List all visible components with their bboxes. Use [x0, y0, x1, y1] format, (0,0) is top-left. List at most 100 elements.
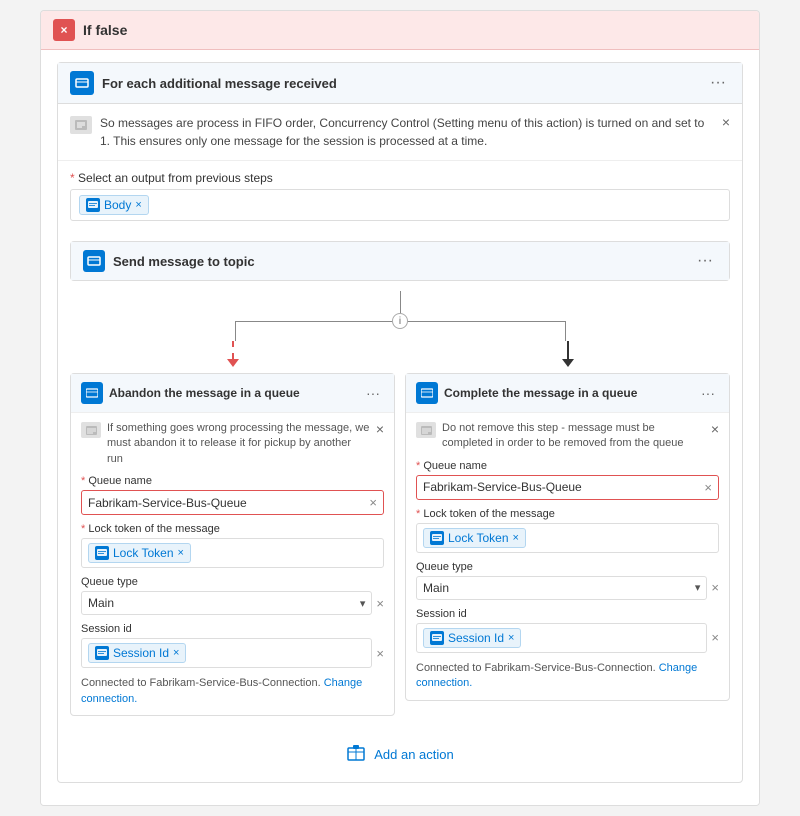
- abandon-session-clear[interactable]: ×: [376, 646, 384, 661]
- body-tag: Body ×: [79, 195, 149, 215]
- complete-queue-clear[interactable]: ×: [704, 480, 712, 495]
- complete-dots-button[interactable]: ···: [697, 385, 719, 401]
- complete-card-col: Complete the message in a queue ···: [405, 373, 730, 701]
- arrows-row: [70, 341, 730, 367]
- abandon-dots-button[interactable]: ···: [362, 385, 384, 401]
- dashed-line: [232, 341, 234, 359]
- complete-qtype-chevron: ▾: [695, 581, 701, 594]
- info-close-button[interactable]: ×: [722, 114, 730, 130]
- complete-qtype-clear[interactable]: ×: [711, 580, 719, 595]
- abandon-lock-input[interactable]: Lock Token ×: [81, 538, 384, 568]
- send-message-block: Send message to topic ···: [70, 241, 730, 281]
- complete-queue-field[interactable]: [423, 480, 704, 494]
- main-container: × If false For each additional message r…: [40, 10, 760, 806]
- v-left-down: [235, 321, 236, 341]
- abandon-desc: If something goes wrong processing the m…: [107, 421, 370, 467]
- send-message-dots-button[interactable]: ···: [693, 252, 717, 270]
- abandon-lock-label: * Lock token of the message: [81, 523, 384, 535]
- complete-session-tag-icon: [430, 631, 444, 645]
- abandon-session-row: Session id: [81, 623, 384, 668]
- two-col-cards: Abandon the message in a queue ···: [70, 373, 730, 716]
- abandon-queue-field[interactable]: [88, 496, 369, 510]
- add-action-row: Add an action: [58, 728, 742, 782]
- send-message-header: Send message to topic ···: [71, 242, 729, 280]
- complete-queue-row: * Queue name ×: [416, 460, 719, 500]
- select-output-input[interactable]: Body ×: [70, 189, 730, 221]
- body-tag-icon: [86, 198, 100, 212]
- complete-lock-input[interactable]: Lock Token ×: [416, 523, 719, 553]
- complete-queue-input[interactable]: ×: [416, 475, 719, 500]
- abandon-desc-row: If something goes wrong processing the m…: [81, 421, 384, 467]
- abandon-session-tag-close[interactable]: ×: [173, 647, 179, 659]
- close-button[interactable]: ×: [53, 19, 75, 41]
- complete-desc-row: Do not remove this step - message must b…: [416, 421, 719, 452]
- complete-desc-icon: [416, 422, 436, 438]
- abandon-session-input[interactable]: Session Id ×: [81, 638, 372, 668]
- complete-card: Complete the message in a queue ···: [405, 373, 730, 701]
- abandon-qtype-label: Queue type: [81, 576, 384, 588]
- complete-session-tag-close[interactable]: ×: [508, 632, 514, 644]
- send-message-icon: [83, 250, 105, 272]
- abandon-session-tag-icon: [95, 646, 109, 660]
- foreach-dots-button[interactable]: ···: [706, 74, 730, 92]
- info-text: So messages are process in FIFO order, C…: [100, 114, 714, 150]
- foreach-header: For each additional message received ···: [58, 63, 742, 104]
- info-icon: [70, 116, 92, 134]
- complete-session-tag-label: Session Id: [448, 631, 504, 645]
- complete-session-label: Session id: [416, 608, 719, 620]
- abandon-queue-row: * Queue name ×: [81, 475, 384, 515]
- abandon-qtype-chevron: ▾: [360, 597, 366, 610]
- complete-qtype-dropdown-row: Main ▾ ×: [416, 576, 719, 600]
- abandon-qtype-row: Queue type Main ▾ ×: [81, 576, 384, 615]
- foreach-icon: [70, 71, 94, 95]
- abandon-card-col: Abandon the message in a queue ···: [70, 373, 395, 716]
- select-output-section: * Select an output from previous steps B…: [58, 161, 742, 231]
- complete-session-clear[interactable]: ×: [711, 630, 719, 645]
- complete-lock-tag: Lock Token ×: [423, 528, 526, 548]
- arrow-head-black: [562, 359, 574, 367]
- complete-body: Do not remove this step - message must b…: [406, 413, 729, 700]
- add-action-icon: [346, 744, 366, 766]
- abandon-lock-row: * Lock token of the message: [81, 523, 384, 568]
- complete-desc-close[interactable]: ×: [711, 421, 719, 437]
- branch-connectors: i: [70, 291, 730, 341]
- abandon-queue-clear[interactable]: ×: [369, 495, 377, 510]
- abandon-card: Abandon the message in a queue ···: [70, 373, 395, 716]
- abandon-desc-close[interactable]: ×: [376, 421, 384, 437]
- abandon-queue-input[interactable]: ×: [81, 490, 384, 515]
- if-false-title: If false: [83, 22, 127, 38]
- abandon-qtype-clear[interactable]: ×: [376, 596, 384, 611]
- abandon-desc-icon: [81, 422, 101, 438]
- complete-connected: Connected to Fabrikam-Service-Bus-Connec…: [416, 661, 719, 692]
- abandon-header: Abandon the message in a queue ···: [71, 374, 394, 413]
- abandon-title: Abandon the message in a queue: [109, 386, 356, 400]
- foreach-block: For each additional message received ···…: [57, 62, 743, 783]
- complete-qtype-select[interactable]: Main ▾: [416, 576, 707, 600]
- branch-info-icon: i: [392, 313, 408, 329]
- solid-line: [567, 341, 569, 359]
- complete-session-input[interactable]: Session Id ×: [416, 623, 707, 653]
- abandon-lock-tag: Lock Token ×: [88, 543, 191, 563]
- abandon-lock-tag-close[interactable]: ×: [178, 547, 184, 559]
- abandon-session-label: Session id: [81, 623, 384, 635]
- abandon-session-tag: Session Id ×: [88, 643, 186, 663]
- abandon-body: If something goes wrong processing the m…: [71, 413, 394, 715]
- abandon-session-tag-label: Session Id: [113, 646, 169, 660]
- content-area: For each additional message received ···…: [41, 50, 759, 805]
- complete-lock-row: * Lock token of the message: [416, 508, 719, 553]
- info-message: So messages are process in FIFO order, C…: [58, 104, 742, 161]
- complete-session-row: Session id: [416, 608, 719, 653]
- left-arrow-container: [70, 341, 395, 367]
- if-false-header: × If false: [41, 11, 759, 50]
- abandon-qtype-dropdown-row: Main ▾ ×: [81, 591, 384, 615]
- body-tag-close[interactable]: ×: [135, 199, 141, 211]
- complete-lock-tag-close[interactable]: ×: [513, 532, 519, 544]
- right-arrow-container: [405, 341, 730, 367]
- abandon-qtype-select[interactable]: Main ▾: [81, 591, 372, 615]
- right-solid-arrow: [562, 341, 574, 367]
- select-output-label: * Select an output from previous steps: [70, 171, 730, 185]
- v-right-down: [565, 321, 566, 341]
- complete-qtype-row: Queue type Main ▾ ×: [416, 561, 719, 600]
- abandon-queue-label: * Queue name: [81, 475, 384, 487]
- add-action-button[interactable]: Add an action: [374, 747, 454, 762]
